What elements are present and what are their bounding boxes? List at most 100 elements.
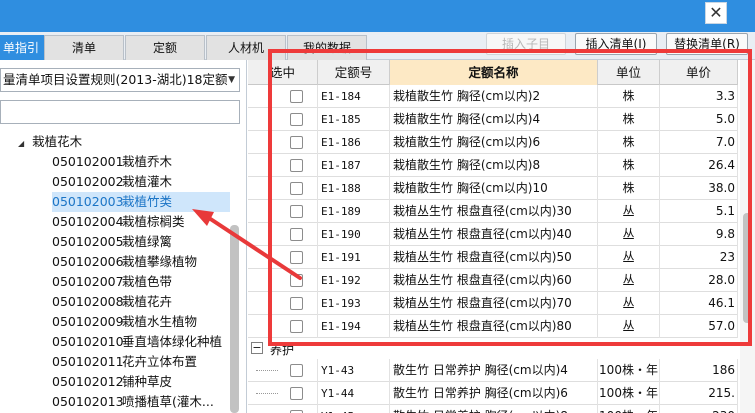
table-row[interactable]: E1-188 栽植散生竹 胸径(cm以内)10 株 38.0 [248, 177, 738, 200]
tab-list-guide[interactable]: 单指引 [0, 35, 44, 60]
row-checkbox[interactable] [290, 182, 303, 195]
tree-item[interactable]: 050102007栽植色带 [52, 272, 230, 292]
tree-item[interactable]: 050102005栽植绿篱 [52, 232, 230, 252]
table-row[interactable]: E1-189 栽植丛生竹 根盘直径(cm以内)30 丛 5.1 [248, 200, 738, 223]
table-row[interactable]: Y1-45 散生竹 日常养护 胸径(cm以内)8 100株・年 230 [248, 405, 738, 413]
tree-item-code: 050102002 [52, 174, 124, 189]
expand-triangle-icon[interactable]: ◢ [18, 139, 24, 148]
tree-item-code: 050102013 [52, 394, 124, 409]
table-row[interactable]: E1-187 栽植散生竹 胸径(cm以内)8 株 26.4 [248, 154, 738, 177]
row-select-cell [248, 131, 318, 154]
tab-quota[interactable]: 定额 [125, 35, 205, 60]
row-select-cell [248, 85, 318, 108]
row-name: 栽植散生竹 胸径(cm以内)8 [390, 154, 598, 177]
row-checkbox[interactable] [290, 251, 303, 264]
column-header-code[interactable]: 定额号 [318, 60, 390, 85]
table-row[interactable]: Y1-44 散生竹 日常养护 胸径(cm以内)6 100株・年 215. [248, 382, 738, 405]
tree-item-name: 栽植色带 [122, 274, 173, 289]
row-unit: 100株・年 [598, 382, 660, 405]
tree-item[interactable]: 050102006栽植攀缘植物 [52, 252, 230, 272]
row-price: 230 [660, 405, 738, 413]
tree-item[interactable]: 050102004栽植棕榈类 [52, 212, 230, 232]
tree-item-code: 050102010 [52, 334, 124, 349]
row-code: E1-193 [318, 292, 390, 315]
tree-item-name: 栽植竹类 [122, 194, 173, 209]
close-button[interactable]: ✕ [705, 2, 727, 24]
row-checkbox[interactable] [290, 274, 303, 287]
row-checkbox[interactable] [290, 364, 303, 377]
row-checkbox[interactable] [290, 297, 303, 310]
tree-item-name: 栽植棕榈类 [122, 214, 185, 229]
row-select-cell [248, 315, 318, 338]
table-row[interactable]: E1-190 栽植丛生竹 根盘直径(cm以内)40 丛 9.8 [248, 223, 738, 246]
row-code: Y1-45 [318, 405, 390, 413]
tree-item[interactable]: 050102001栽植乔木 [52, 152, 230, 172]
window-titlebar: ✕ [0, 0, 755, 32]
row-unit: 株 [598, 154, 660, 177]
tab-my-data[interactable]: 我的数据 [287, 35, 367, 60]
table-row[interactable]: E1-184 栽植散生竹 胸径(cm以内)2 株 3.3 [248, 85, 738, 108]
row-price: 3.3 [660, 85, 738, 108]
tree-connector [256, 370, 278, 371]
tree-item-code: 050102006 [52, 254, 124, 269]
tree-item-name: 花卉立体布置 [122, 354, 198, 369]
row-checkbox[interactable] [290, 320, 303, 333]
insert-child-button[interactable]: 插入子目 [486, 33, 566, 55]
collapse-minus-icon[interactable]: − [251, 342, 263, 354]
row-checkbox[interactable] [290, 387, 303, 400]
section-header-maintenance[interactable]: − 养护 [248, 339, 738, 359]
tree-node-planting[interactable]: ◢ 栽植花木 [18, 132, 82, 152]
replace-list-button[interactable]: 替换清单(R) [666, 33, 748, 55]
row-checkbox[interactable] [290, 113, 303, 126]
row-name: 栽植丛生竹 根盘直径(cm以内)70 [390, 292, 598, 315]
tree-item[interactable]: 050102010垂直墙体绿化种植 [52, 332, 230, 352]
tree-item-name: 铺种草皮 [122, 374, 173, 389]
grid-scrollbar-thumb[interactable] [743, 213, 752, 323]
tree-item-code: 050102009 [52, 314, 124, 329]
table-row[interactable]: E1-185 栽植散生竹 胸径(cm以内)4 株 5.0 [248, 108, 738, 131]
table-row[interactable]: E1-194 栽植丛生竹 根盘直径(cm以内)80 丛 57.0 [248, 315, 738, 338]
table-row[interactable]: E1-192 栽植丛生竹 根盘直径(cm以内)60 丛 28.0 [248, 269, 738, 292]
tree-item-name: 栽植乔木 [122, 154, 173, 169]
table-row[interactable]: E1-193 栽植丛生竹 根盘直径(cm以内)70 丛 46.1 [248, 292, 738, 315]
row-checkbox[interactable] [290, 90, 303, 103]
tree-item[interactable]: 050102009栽植水生植物 [52, 312, 230, 332]
chevron-down-icon: ▼ [228, 75, 235, 85]
tree-item-name: 栽植花卉 [122, 294, 173, 309]
column-header-name[interactable]: 定额名称 [390, 60, 598, 85]
rules-dropdown[interactable]: 量清单项目设置规则(2013-湖北)18定额 ▼ [0, 68, 240, 92]
row-price: 5.0 [660, 108, 738, 131]
tree-item[interactable]: 050102012铺种草皮 [52, 372, 230, 392]
row-checkbox[interactable] [290, 159, 303, 172]
row-price: 186 [660, 359, 738, 382]
row-price: 46.1 [660, 292, 738, 315]
table-row[interactable]: Y1-43 散生竹 日常养护 胸径(cm以内)4 100株・年 186 [248, 359, 738, 382]
tree-item[interactable]: 050102013喷播植草(灌木... [52, 392, 230, 412]
column-header-unit[interactable]: 单位 [598, 60, 660, 85]
table-row[interactable]: E1-186 栽植散生竹 胸径(cm以内)6 株 7.0 [248, 131, 738, 154]
tree-item[interactable]: 050102011花卉立体布置 [52, 352, 230, 372]
row-unit: 株 [598, 177, 660, 200]
tab-list[interactable]: 清单 [44, 35, 124, 60]
row-code: E1-187 [318, 154, 390, 177]
tab-materials[interactable]: 人材机 [206, 35, 286, 60]
table-row[interactable]: E1-191 栽植丛生竹 根盘直径(cm以内)50 丛 23 [248, 246, 738, 269]
tree-node-label: 栽植花木 [32, 134, 83, 149]
tree-item[interactable]: 050102002栽植灌木 [52, 172, 230, 192]
row-unit: 丛 [598, 223, 660, 246]
row-checkbox[interactable] [290, 136, 303, 149]
insert-list-button[interactable]: 插入清单(I) [575, 33, 657, 55]
row-code: E1-185 [318, 108, 390, 131]
tree-item[interactable]: 050102008栽植花卉 [52, 292, 230, 312]
section-label: 养护 [270, 343, 295, 357]
tree-item-code: 050102001 [52, 154, 124, 169]
left-scrollbar[interactable] [230, 225, 239, 413]
column-header-select[interactable]: 选中 [248, 60, 318, 85]
row-checkbox[interactable] [290, 205, 303, 218]
search-input[interactable] [0, 100, 240, 124]
tree-item-selected[interactable]: 050102003栽植竹类 [52, 192, 230, 212]
row-checkbox[interactable] [290, 228, 303, 241]
row-unit: 100株・年 [598, 405, 660, 413]
row-select-cell [248, 154, 318, 177]
column-header-price[interactable]: 单价 [660, 60, 738, 85]
